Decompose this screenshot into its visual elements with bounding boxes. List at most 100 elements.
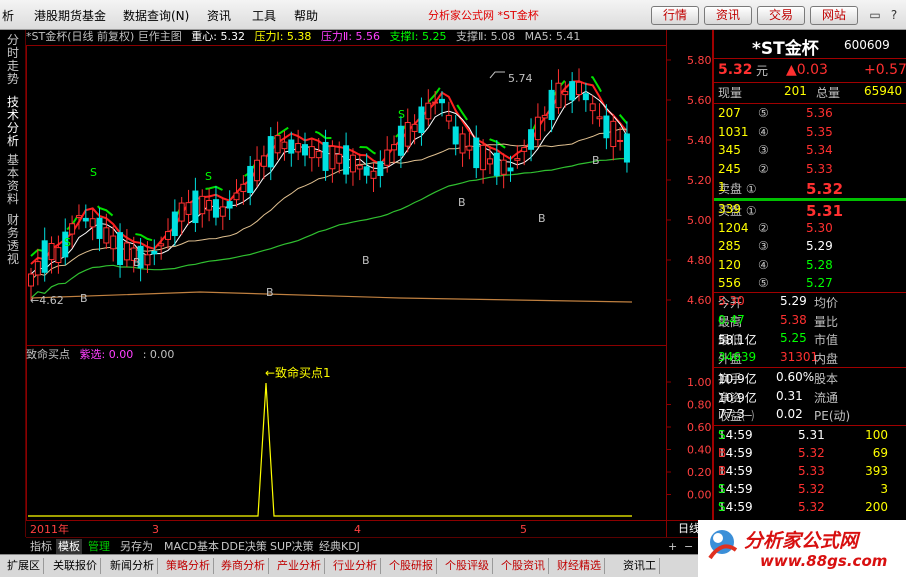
bid-row[interactable]: 买盘 ① 5.31 339 bbox=[718, 202, 902, 220]
task-sector[interactable]: 行业分析 bbox=[330, 558, 381, 574]
candle-body bbox=[343, 145, 350, 175]
sub-tick-label: 0.60 bbox=[687, 421, 712, 434]
indicator-value: : 0.00 bbox=[142, 348, 175, 361]
tab-save-as[interactable]: 另存为 bbox=[118, 539, 155, 554]
task-news-analysis[interactable]: 新闻分析 bbox=[107, 558, 158, 574]
tick-row[interactable]: 14:59 5.32 3 S bbox=[718, 482, 902, 500]
site-logo: 分析家公式网 www.88gs.com bbox=[698, 520, 906, 577]
signal-markers: S S S S B B B B B B B bbox=[64, 108, 600, 305]
candle-body bbox=[528, 129, 535, 150]
task-stock-research[interactable]: 个股研报 bbox=[386, 558, 437, 574]
candle-body bbox=[397, 125, 404, 156]
task-broker[interactable]: 券商分析 bbox=[218, 558, 269, 574]
buy-signal: B bbox=[266, 286, 274, 299]
candle-body bbox=[48, 242, 55, 261]
ask-row[interactable]: 卖盘 ① 5.32 1 bbox=[718, 180, 902, 198]
candle-body bbox=[541, 114, 548, 119]
tick-row[interactable]: 14:59 5.32 200 S bbox=[718, 500, 902, 518]
bid-row[interactable]: ④ 5.28 120 bbox=[718, 258, 902, 276]
price-tick-label: 4.80 bbox=[687, 254, 712, 267]
candle-body bbox=[589, 103, 596, 112]
tick-row[interactable]: 14:59 5.33 393 B bbox=[718, 464, 902, 482]
scroll-plus-icon[interactable]: + bbox=[666, 539, 679, 554]
candle-body bbox=[192, 190, 199, 224]
sell-signal: S bbox=[64, 236, 71, 249]
buy-signal: B bbox=[362, 254, 370, 267]
candle-body bbox=[281, 141, 288, 150]
task-industry-chain[interactable]: 产业分析 bbox=[274, 558, 325, 574]
candle-body bbox=[363, 166, 370, 176]
task-info-tools[interactable]: 资讯工 bbox=[620, 558, 660, 574]
ask-row[interactable]: ③ 5.34 345 bbox=[718, 143, 902, 161]
resistance-2: 压力Ⅱ: 5.56 bbox=[320, 30, 381, 43]
buy-signal: B bbox=[458, 196, 466, 209]
candle-body bbox=[206, 200, 213, 211]
time-label-april: 4 bbox=[354, 523, 361, 536]
stat-row[interactable]: 最高 5.38 量比 0.47 bbox=[718, 313, 902, 331]
buy-signal: B bbox=[592, 154, 600, 167]
ask-row[interactable]: ② 5.33 245 bbox=[718, 162, 902, 180]
task-stock-news[interactable]: 个股资讯 bbox=[498, 558, 549, 574]
candle-body bbox=[41, 240, 48, 273]
stat-row[interactable]: 收益㈠ 0.02 PE(动) 77.3 bbox=[718, 407, 902, 425]
stat-row[interactable]: 外盘 31301 内盘 34639 bbox=[718, 350, 902, 368]
candle-body bbox=[411, 123, 418, 132]
stock-code: 600609 bbox=[844, 38, 890, 52]
tab-template[interactable]: 模板 bbox=[56, 539, 82, 554]
scroll-minus-icon[interactable]: − bbox=[682, 539, 695, 554]
indicator-name: 致命买点 bbox=[26, 348, 70, 361]
candle-body bbox=[185, 202, 192, 215]
price-tick-label: 5.00 bbox=[687, 214, 712, 227]
stock-name: *ST金杯 bbox=[752, 39, 819, 59]
tab-manage[interactable]: 管理 bbox=[86, 539, 112, 554]
stat-row[interactable]: 净资 0.31 流通 10.9亿 bbox=[718, 389, 902, 407]
candle-body bbox=[89, 218, 96, 228]
task-strategy[interactable]: 策略分析 bbox=[163, 558, 214, 574]
stat-row[interactable]: 最低 5.25 市值 58.1亿 bbox=[718, 331, 902, 349]
candle-body bbox=[452, 126, 459, 145]
resistance-1: 压力Ⅰ: 5.38 bbox=[254, 30, 312, 43]
moving-average-lines bbox=[30, 72, 633, 303]
candle-body bbox=[240, 183, 247, 193]
tab-kdj[interactable]: 经典KDJ bbox=[317, 539, 362, 554]
period-label[interactable]: 日线 bbox=[678, 521, 700, 535]
candle-body bbox=[445, 114, 452, 122]
total-volume: 65940 bbox=[864, 84, 903, 98]
center-value: 重心: 5.32 bbox=[191, 30, 245, 43]
bid-row[interactable]: ② 5.30 1204 bbox=[718, 221, 902, 239]
task-related-quotes[interactable]: 关联报价 bbox=[50, 558, 101, 574]
candle-body bbox=[569, 81, 576, 101]
indicator-label: 紫选: 0.00 bbox=[79, 348, 134, 361]
chart-header: *ST金杯(日线 前复权) 巨作主图 重心: 5.32 压力Ⅰ: 5.38 压力… bbox=[26, 28, 586, 44]
tick-row[interactable]: 14:59 5.32 69 B bbox=[718, 446, 902, 464]
candle-body bbox=[315, 150, 322, 159]
price-tick-label: 5.20 bbox=[687, 174, 712, 187]
time-label-may: 5 bbox=[520, 523, 527, 536]
bid-row[interactable]: ③ 5.29 285 bbox=[718, 239, 902, 257]
candle-body bbox=[418, 106, 425, 134]
candle-body bbox=[82, 217, 89, 222]
candle-body bbox=[295, 143, 302, 153]
buy-signal: B bbox=[538, 212, 546, 225]
tab-dde[interactable]: DDE决策 bbox=[219, 539, 269, 554]
task-finance-picks[interactable]: 财经精选 bbox=[554, 558, 605, 574]
ask-row[interactable]: ④ 5.35 1031 bbox=[718, 125, 902, 143]
candlesticks bbox=[28, 68, 630, 300]
sub-chart-frame bbox=[26, 345, 667, 521]
candle-body bbox=[226, 201, 233, 209]
task-stock-rating[interactable]: 个股评级 bbox=[442, 558, 493, 574]
tab-macd[interactable]: MACD基本 bbox=[162, 539, 221, 554]
candle-body bbox=[260, 155, 267, 167]
candle-body bbox=[384, 149, 391, 166]
tab-sup[interactable]: SUP决策 bbox=[268, 539, 316, 554]
candle-body bbox=[171, 211, 178, 237]
stat-row[interactable]: 今开 5.29 均价 5.30 bbox=[718, 294, 902, 312]
ask-row[interactable]: ⑤ 5.36 207 bbox=[718, 106, 902, 124]
price-change: ▲0.03 bbox=[786, 62, 828, 78]
tab-indicator[interactable]: 指标 bbox=[28, 539, 54, 554]
tick-row[interactable]: 14:59 5.31 100 S bbox=[718, 428, 902, 446]
candle-body bbox=[603, 115, 610, 139]
stat-row[interactable]: 换手 0.60% 股本 10.9亿 bbox=[718, 370, 902, 388]
candle-body bbox=[233, 192, 240, 201]
task-extension[interactable]: 扩展区 bbox=[4, 558, 44, 574]
